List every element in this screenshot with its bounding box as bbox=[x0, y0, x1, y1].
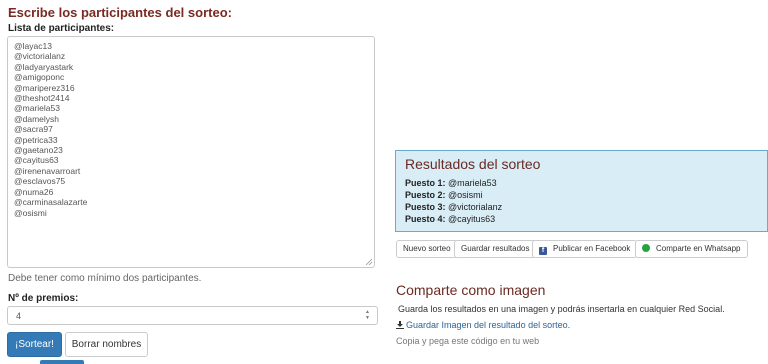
participant-line: @theshot2414 bbox=[14, 93, 70, 104]
facebook-share-button[interactable]: f Publicar en Facebook bbox=[532, 240, 638, 258]
participant-line: @damelysh bbox=[14, 113, 60, 124]
page-heading: Escribe los participantes del sorteo: bbox=[8, 5, 232, 20]
participant-line: @irenenavarroart bbox=[14, 165, 81, 176]
whatsapp-share-label: Comparte en Whatsapp bbox=[656, 244, 741, 253]
results-title: Resultados del sorteo bbox=[405, 156, 541, 172]
whatsapp-share-button[interactable]: Comparte en Whatsapp bbox=[635, 240, 748, 258]
place-winner: @cayitus63 bbox=[448, 214, 496, 224]
place-winner: @victorialanz bbox=[448, 202, 503, 212]
participant-line: @osismi bbox=[14, 207, 47, 218]
copy-code-hint: Copia y pega este código en tu web bbox=[396, 336, 540, 346]
result-place: Puesto 3: @victorialanz bbox=[405, 201, 758, 213]
share-title: Comparte como imagen bbox=[396, 282, 546, 298]
result-place: Puesto 4: @cayitus63 bbox=[405, 213, 758, 225]
result-place: Puesto 1: @mariela53 bbox=[405, 177, 758, 189]
results-list: Puesto 1: @mariela53 Puesto 2: @osismi Pue… bbox=[405, 177, 758, 225]
draw-button[interactable]: ¡Sortear! bbox=[7, 332, 62, 357]
participant-line: @sacra97 bbox=[14, 124, 53, 135]
share-description: Guarda los resultados en una imagen y po… bbox=[398, 304, 725, 314]
participant-line: @mariperez316 bbox=[14, 82, 75, 93]
place-label: Puesto 3: bbox=[405, 202, 446, 212]
participant-line: @amigoponc bbox=[14, 72, 65, 83]
help-text: Debe tener como mínimo dos participantes… bbox=[8, 273, 202, 284]
partial-button[interactable] bbox=[40, 360, 84, 364]
participant-line: @gaetano23 bbox=[14, 145, 63, 156]
resize-handle-icon[interactable] bbox=[365, 258, 372, 265]
participant-line: @victorialanz bbox=[14, 51, 66, 62]
save-results-button[interactable]: Guardar resultados bbox=[454, 240, 537, 258]
results-panel: Resultados del sorteo Puesto 1: @mariela… bbox=[395, 150, 768, 232]
result-place: Puesto 2: @osismi bbox=[405, 189, 758, 201]
prizes-label: Nº de premios: bbox=[8, 293, 79, 304]
participant-line: @mariela53 bbox=[14, 103, 60, 114]
prizes-value: 4 bbox=[16, 311, 22, 321]
participant-line: @petrica33 bbox=[14, 134, 58, 145]
place-label: Puesto 2: bbox=[405, 190, 446, 200]
facebook-share-label: Publicar en Facebook bbox=[553, 244, 631, 253]
place-label: Puesto 4: bbox=[405, 214, 446, 224]
download-image-link[interactable]: Guardar Imagen del resultado del sorteo. bbox=[396, 320, 570, 330]
participants-textarea[interactable]: @layac13 @victorialanz @ladyaryastark @amig… bbox=[7, 36, 375, 268]
clear-names-button[interactable]: Borrar nombres bbox=[65, 332, 148, 357]
download-icon bbox=[396, 321, 404, 329]
prizes-input[interactable]: 4 ▲ ▼ bbox=[7, 306, 378, 325]
participant-line: @cayitus63 bbox=[14, 155, 59, 166]
place-winner: @mariela53 bbox=[448, 178, 497, 188]
new-draw-button[interactable]: Nuevo sorteo bbox=[396, 240, 458, 258]
participant-line: @esclavos75 bbox=[14, 176, 66, 187]
participant-line: @carminasalazarte bbox=[14, 197, 88, 208]
participant-line: @ladyaryastark bbox=[14, 61, 74, 72]
spinner-icon[interactable]: ▲ ▼ bbox=[364, 309, 371, 321]
whatsapp-icon bbox=[642, 244, 650, 252]
place-winner: @osismi bbox=[448, 190, 483, 200]
participant-line: @numa26 bbox=[14, 186, 54, 197]
facebook-icon: f bbox=[539, 247, 547, 255]
place-label: Puesto 1: bbox=[405, 178, 446, 188]
participant-line: @layac13 bbox=[14, 41, 52, 51]
download-link-label: Guardar Imagen del resultado del sorteo. bbox=[406, 320, 571, 330]
participants-list: @layac13 @victorialanz @ladyaryastark @amig… bbox=[14, 41, 368, 218]
participants-label: Lista de participantes: bbox=[8, 23, 115, 34]
